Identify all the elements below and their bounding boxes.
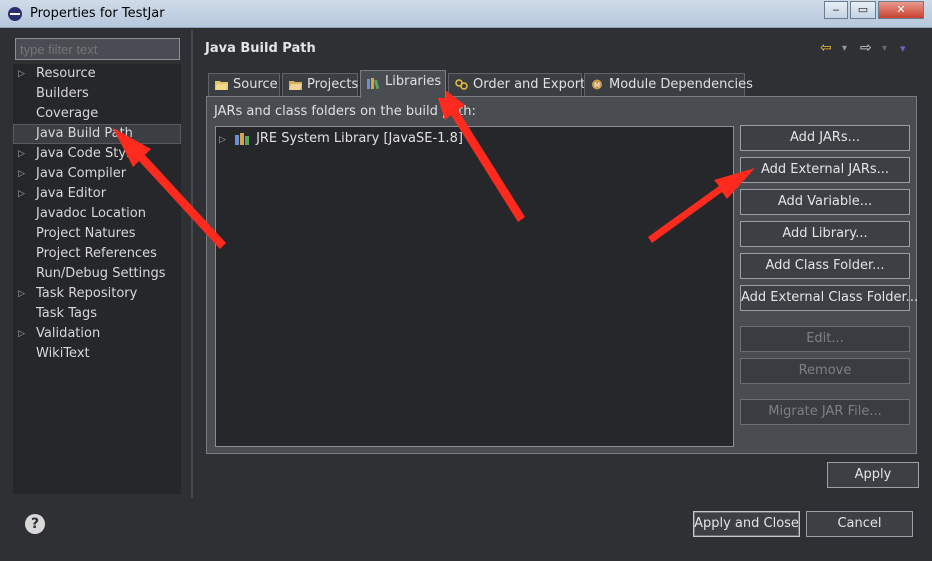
- expand-arrow-icon[interactable]: ▷: [18, 144, 25, 164]
- help-icon[interactable]: ?: [25, 514, 45, 534]
- apply-and-close-button[interactable]: Apply and Close: [693, 511, 800, 537]
- panel-divider[interactable]: [191, 30, 193, 498]
- edit-button[interactable]: Edit...: [740, 326, 910, 352]
- add-variable-button[interactable]: Add Variable...: [740, 189, 910, 215]
- jre-system-library-label: JRE System Library [JavaSE-1.8]: [256, 131, 463, 146]
- tab-order-and-export[interactable]: Order and Export: [448, 73, 585, 97]
- tree-item-builders[interactable]: Builders: [13, 84, 181, 104]
- libraries-list[interactable]: [215, 126, 734, 447]
- page-title: Java Build Path: [205, 41, 316, 56]
- expand-arrow-icon[interactable]: ▷: [18, 64, 25, 84]
- tree-item-java-editor[interactable]: ▷ Java Editor: [13, 184, 181, 204]
- libraries-icon: [367, 78, 380, 89]
- projects-folder-icon: [289, 81, 302, 90]
- back-arrow-icon[interactable]: ⇦: [820, 40, 832, 56]
- module-dependencies-icon: M: [592, 79, 602, 90]
- tab-source[interactable]: Source: [208, 73, 280, 97]
- tab-projects[interactable]: Projects: [282, 73, 358, 97]
- tree-item-java-code-style[interactable]: ▷ Java Code Style: [13, 144, 181, 164]
- view-menu-icon[interactable]: ▾: [900, 42, 906, 55]
- back-dropdown-icon[interactable]: ▾: [842, 43, 847, 54]
- tree-item-resource[interactable]: ▷ Resource: [13, 64, 181, 84]
- tree-item-project-references[interactable]: Project References: [13, 244, 181, 264]
- close-window-button[interactable]: ✕: [878, 1, 924, 19]
- cancel-button[interactable]: Cancel: [806, 511, 913, 537]
- filter-input[interactable]: [15, 38, 180, 60]
- tree-item-task-tags[interactable]: Task Tags: [13, 304, 181, 324]
- svg-text:M: M: [594, 82, 600, 90]
- eclipse-icon: [8, 7, 22, 21]
- properties-tree: ▷ Resource Builders Coverage Java Build P…: [13, 64, 181, 494]
- expand-arrow-icon[interactable]: ▷: [18, 164, 25, 184]
- tree-item-java-compiler[interactable]: ▷ Java Compiler: [13, 164, 181, 184]
- add-jars-button[interactable]: Add JARs...: [740, 125, 910, 151]
- tree-item-java-build-path[interactable]: Java Build Path: [13, 124, 181, 144]
- tab-libraries[interactable]: Libraries: [360, 70, 446, 98]
- apply-button[interactable]: Apply: [827, 462, 919, 488]
- expand-arrow-icon[interactable]: ▷: [18, 284, 25, 304]
- tab-module-dependencies[interactable]: M Module Dependencies: [584, 73, 753, 97]
- add-external-class-folder-button[interactable]: Add External Class Folder...: [740, 285, 918, 311]
- tree-item-validation[interactable]: ▷ Validation: [13, 324, 181, 344]
- tree-item-wikitext[interactable]: WikiText: [13, 344, 181, 364]
- expand-arrow-icon[interactable]: ▷: [18, 184, 25, 204]
- tree-item-javadoc-location[interactable]: Javadoc Location: [13, 204, 181, 224]
- forward-dropdown-icon[interactable]: ▾: [882, 43, 887, 54]
- expand-arrow-icon[interactable]: ▷: [18, 324, 25, 344]
- migrate-jar-button[interactable]: Migrate JAR File...: [740, 399, 910, 425]
- order-export-icon: [455, 79, 468, 90]
- window-title: Properties for TestJar: [30, 6, 165, 21]
- tree-item-coverage[interactable]: Coverage: [13, 104, 181, 124]
- forward-arrow-icon[interactable]: ⇨: [860, 40, 872, 56]
- list-item[interactable]: ▷ JRE System Library [JavaSE-1.8]: [219, 130, 463, 148]
- add-external-jars-button[interactable]: Add External JARs...: [740, 157, 910, 183]
- restore-button[interactable]: ▭: [850, 1, 876, 19]
- build-path-label: JARs and class folders on the build path…: [214, 104, 476, 119]
- remove-button[interactable]: Remove: [740, 358, 910, 384]
- add-class-folder-button[interactable]: Add Class Folder...: [740, 253, 910, 279]
- expand-arrow-icon[interactable]: ▷: [219, 135, 226, 145]
- jre-library-icon: [235, 133, 249, 145]
- minimize-button[interactable]: ‒: [824, 1, 848, 19]
- tree-item-task-repository[interactable]: ▷ Task Repository: [13, 284, 181, 304]
- tree-item-run-debug-settings[interactable]: Run/Debug Settings: [13, 264, 181, 284]
- tree-item-project-natures[interactable]: Project Natures: [13, 224, 181, 244]
- add-library-button[interactable]: Add Library...: [740, 221, 910, 247]
- source-folder-icon: [215, 81, 228, 90]
